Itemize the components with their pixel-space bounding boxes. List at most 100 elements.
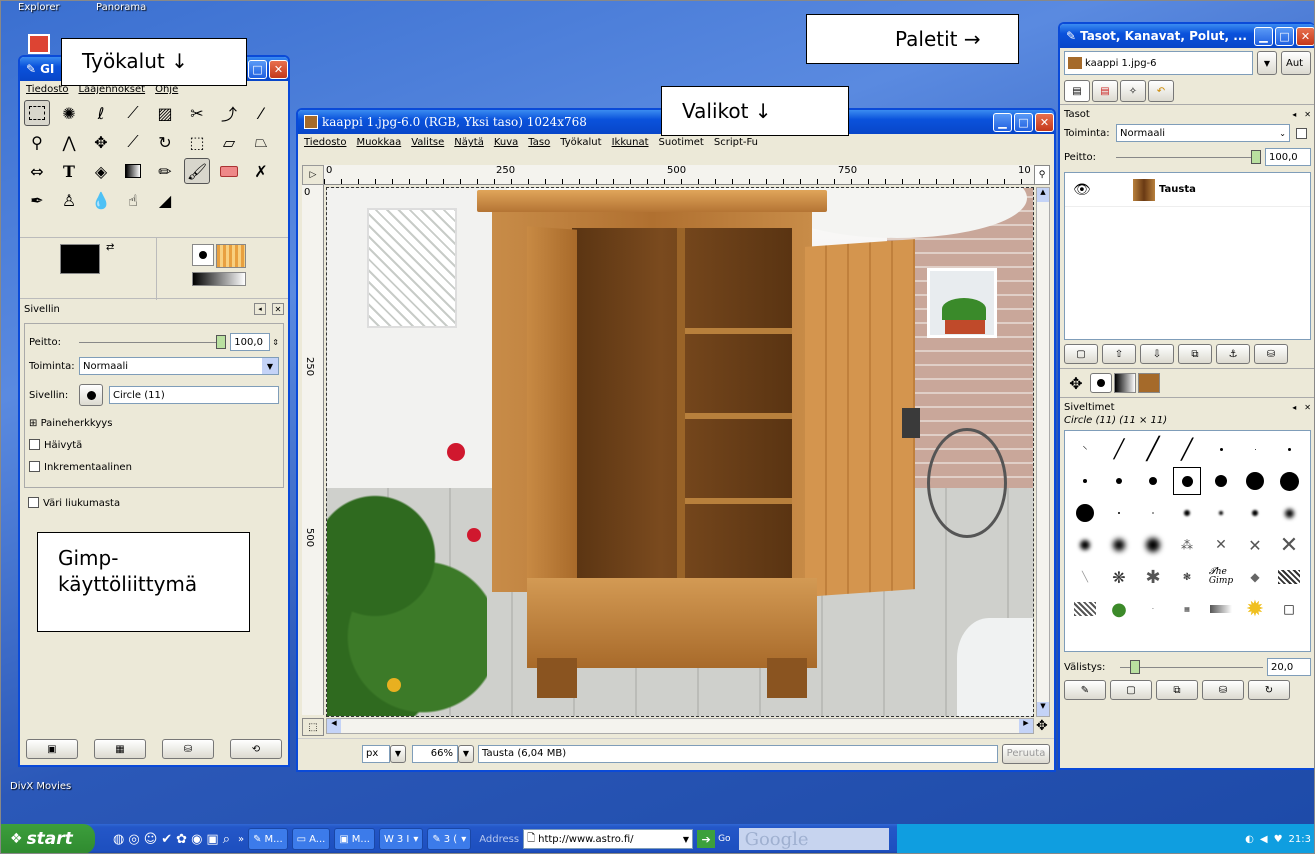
- layer-name[interactable]: Tausta: [1159, 184, 1196, 195]
- horizontal-scrollbar[interactable]: ◀ ▶: [326, 718, 1034, 734]
- app-icon[interactable]: ⌕: [223, 832, 230, 847]
- chevron-icon[interactable]: »: [238, 834, 244, 845]
- close-button[interactable]: ✕: [1296, 26, 1315, 46]
- app-icon[interactable]: ✿: [176, 832, 187, 847]
- layer-opacity-slider[interactable]: [1116, 149, 1261, 164]
- taskbar-item[interactable]: ✎ 3 (▾: [427, 828, 472, 850]
- perspective-tool-icon[interactable]: ⏢: [248, 129, 274, 155]
- opacity-slider[interactable]: [79, 334, 227, 349]
- brush-item[interactable]: [1139, 531, 1167, 559]
- brush-item[interactable]: ✕: [1207, 531, 1235, 559]
- auto-button[interactable]: Aut: [1281, 51, 1311, 75]
- scale-tool-icon[interactable]: ⬚: [184, 129, 210, 155]
- save-options-button[interactable]: ▣: [26, 739, 78, 759]
- scroll-right-icon[interactable]: ▶: [1019, 719, 1033, 733]
- anchor-layer-icon[interactable]: ⚓: [1216, 344, 1250, 364]
- menu-file[interactable]: Tiedosto: [304, 137, 346, 148]
- brush-item[interactable]: [1139, 467, 1167, 495]
- taskbar-item[interactable]: ✎ M...: [248, 828, 288, 850]
- brush-item[interactable]: □: [1275, 595, 1303, 623]
- incremental-checkbox[interactable]: Inkrementaalinen: [29, 461, 279, 473]
- app-icon[interactable]: ◍: [113, 832, 124, 847]
- taskbar-item[interactable]: ▣ M...: [334, 828, 375, 850]
- close-button[interactable]: ✕: [1035, 112, 1054, 132]
- brush-item[interactable]: [1241, 499, 1269, 527]
- panel-close-icon[interactable]: ✕: [1304, 403, 1311, 412]
- brush-item[interactable]: ✕: [1241, 531, 1269, 559]
- mode-select[interactable]: Normaali ▼: [79, 357, 279, 375]
- start-button[interactable]: ❖ start: [0, 824, 95, 854]
- brush-item[interactable]: [1275, 467, 1303, 495]
- menu-edit[interactable]: Muokkaa: [356, 137, 401, 148]
- measure-tool-icon[interactable]: ⋀: [56, 129, 82, 155]
- channels-tab-icon[interactable]: ▤: [1092, 80, 1118, 102]
- app-icon[interactable]: ▣: [206, 832, 218, 847]
- go-label[interactable]: Go: [718, 834, 730, 844]
- brush-item[interactable]: [1139, 499, 1167, 527]
- go-arrow-icon[interactable]: ➔: [697, 830, 716, 848]
- brush-item[interactable]: ⁂: [1173, 531, 1201, 559]
- menu-select[interactable]: Valitse: [411, 137, 444, 148]
- move-tab-icon[interactable]: ✥: [1064, 373, 1088, 393]
- image-canvas[interactable]: [326, 187, 1034, 717]
- refresh-brushes-icon[interactable]: ↻: [1248, 680, 1290, 700]
- menu-windows[interactable]: Ikkunat: [612, 137, 649, 148]
- visibility-eye-icon[interactable]: 👁: [1073, 182, 1133, 198]
- smudge-tool-icon[interactable]: ☝: [120, 187, 146, 213]
- brush-item[interactable]: ╱: [1105, 435, 1133, 463]
- menu-layer[interactable]: Taso: [528, 137, 550, 148]
- scroll-left-icon[interactable]: ◀: [327, 719, 341, 733]
- zoom-tool-icon[interactable]: ⚲: [24, 129, 50, 155]
- app-icon[interactable]: ☺: [144, 832, 158, 847]
- bucket-fill-tool-icon[interactable]: ◈: [88, 158, 114, 184]
- image-selector[interactable]: kaappi 1.jpg-6: [1064, 51, 1253, 75]
- gradient-indicator[interactable]: [192, 272, 246, 286]
- paths-tool-icon[interactable]: ⤴: [216, 100, 242, 126]
- patterns-tab-icon[interactable]: [1138, 373, 1160, 393]
- airbrush-tool-icon[interactable]: ✗: [248, 158, 274, 184]
- brush-item[interactable]: [1207, 499, 1235, 527]
- blur-tool-icon[interactable]: 💧: [88, 187, 114, 213]
- zoom-select[interactable]: 66%: [412, 744, 458, 763]
- brush-item[interactable]: 𝓣he Gimp: [1207, 563, 1235, 591]
- text-tool-icon[interactable]: T: [56, 158, 82, 184]
- quick-mask-menu-icon[interactable]: ▷: [302, 165, 324, 185]
- move-navigation-icon[interactable]: ✥: [1036, 718, 1048, 734]
- raise-layer-icon[interactable]: ⇧: [1102, 344, 1136, 364]
- unit-select[interactable]: px: [362, 744, 390, 763]
- brush-item[interactable]: ✱: [1139, 563, 1167, 591]
- brush-item[interactable]: ✹: [1241, 595, 1269, 623]
- brush-item[interactable]: [1275, 499, 1303, 527]
- brush-item[interactable]: [1071, 531, 1099, 559]
- panel-menu-icon[interactable]: ◂: [1292, 403, 1296, 412]
- desktop-icon-label[interactable]: Explorer: [18, 2, 60, 13]
- brush-item[interactable]: [1241, 467, 1269, 495]
- brush-item[interactable]: ◆: [1241, 563, 1269, 591]
- tray-icon[interactable]: ♥: [1274, 834, 1283, 845]
- taskbar-item[interactable]: W3 I ▾: [378, 828, 424, 850]
- google-toolbar[interactable]: Google: [738, 828, 889, 850]
- chevron-down-icon[interactable]: ▼: [1257, 51, 1277, 75]
- brush-item[interactable]: [1207, 435, 1235, 463]
- brush-item[interactable]: [1173, 499, 1201, 527]
- brush-item[interactable]: [1207, 467, 1235, 495]
- brush-item[interactable]: ✕: [1275, 531, 1303, 559]
- brush-item[interactable]: ╲: [1071, 563, 1099, 591]
- panel-close-icon[interactable]: ✕: [1304, 110, 1311, 119]
- brush-item[interactable]: [1105, 531, 1133, 559]
- brush-item[interactable]: ╱: [1139, 435, 1167, 463]
- chevron-down-icon[interactable]: ▼: [390, 744, 406, 763]
- duplicate-layer-icon[interactable]: ⧉: [1178, 344, 1212, 364]
- new-brush-icon[interactable]: ▢: [1110, 680, 1152, 700]
- undo-tab-icon[interactable]: ↶: [1148, 80, 1174, 102]
- pencil-tool-icon[interactable]: ✏: [152, 158, 178, 184]
- menu-tools[interactable]: Työkalut: [560, 137, 601, 148]
- panel-menu-icon[interactable]: ◂: [254, 303, 266, 315]
- rect-select-tool-icon[interactable]: [24, 100, 50, 126]
- menu-script-fu[interactable]: Script-Fu: [714, 137, 758, 148]
- address-bar[interactable]: 🗋 http://www.astro.fi/ ▼: [523, 829, 694, 849]
- brush-item[interactable]: [1105, 499, 1133, 527]
- scroll-down-icon[interactable]: ▼: [1037, 702, 1049, 716]
- delete-brush-icon[interactable]: ⛁: [1202, 680, 1244, 700]
- brush-item[interactable]: ❋: [1105, 563, 1133, 591]
